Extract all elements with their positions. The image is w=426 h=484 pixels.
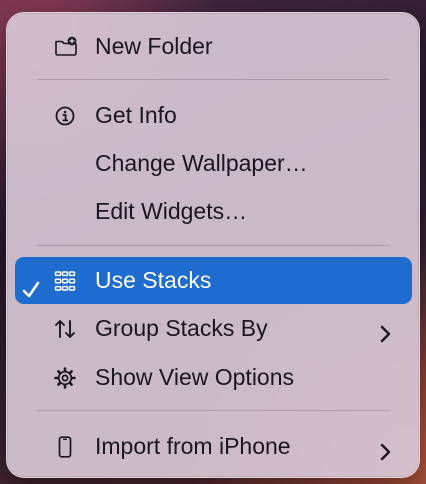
gear-icon bbox=[54, 367, 76, 389]
menu-item-label: Use Stacks bbox=[95, 267, 212, 293]
menu-item-edit-widgets[interactable]: Edit Widgets… bbox=[15, 194, 412, 229]
menu-separator bbox=[37, 410, 390, 411]
menu-separator bbox=[37, 79, 390, 80]
desktop-context-menu: New Folder Get Info Change Wallpaper… Ed… bbox=[6, 12, 420, 478]
iphone-icon bbox=[54, 436, 76, 458]
menu-item-label: Show View Options bbox=[95, 364, 295, 390]
menu-item-label: Group Stacks By bbox=[95, 315, 268, 341]
menu-item-label: Get Info bbox=[95, 102, 177, 128]
menu-item-show-view-options[interactable]: Show View Options bbox=[15, 360, 412, 395]
menu-item-label: New Folder bbox=[95, 33, 213, 59]
menu-item-import-from-iphone[interactable]: Import from iPhone bbox=[15, 429, 412, 464]
chevron-right-icon bbox=[378, 319, 392, 343]
menu-item-label: Change Wallpaper… bbox=[95, 150, 308, 176]
menu-item-change-wallpaper[interactable]: Change Wallpaper… bbox=[15, 146, 412, 181]
menu-item-group-stacks-by[interactable]: Group Stacks By bbox=[15, 311, 412, 346]
menu-item-get-info[interactable]: Get Info bbox=[15, 98, 412, 133]
info-circle-icon bbox=[54, 105, 76, 127]
menu-item-label: Edit Widgets… bbox=[95, 198, 248, 224]
chevron-right-icon bbox=[378, 437, 392, 461]
menu-item-new-folder[interactable]: New Folder bbox=[15, 29, 412, 64]
checkmark-icon bbox=[21, 270, 41, 298]
menu-item-label: Import from iPhone bbox=[95, 433, 291, 459]
menu-item-use-stacks[interactable]: Use Stacks bbox=[15, 257, 412, 304]
folder-plus-icon bbox=[54, 36, 77, 58]
menu-separator bbox=[37, 245, 390, 246]
stacks-grid-icon bbox=[54, 270, 76, 292]
sort-arrows-icon bbox=[54, 318, 76, 340]
